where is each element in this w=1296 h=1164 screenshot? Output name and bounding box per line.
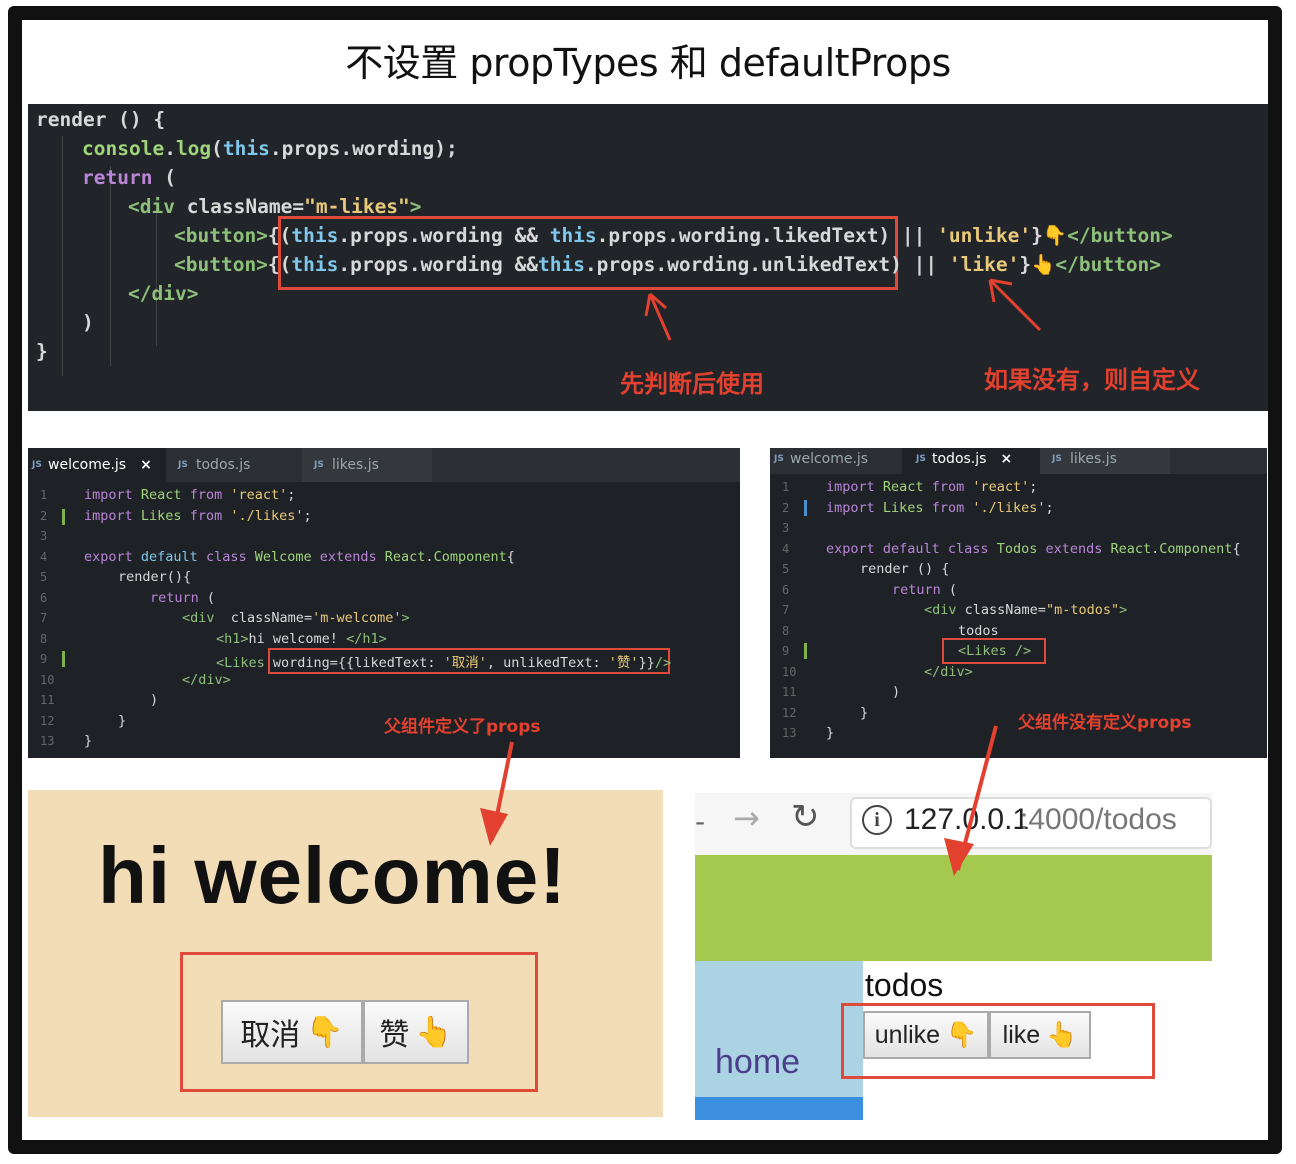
code-line: export default class Welcome extends Rea… [84,548,515,565]
editor-tabs: JS welcome.js × JS todos.js JS likes.js [28,448,740,482]
code-line: import React from 'react'; [84,487,296,503]
code-line: <h1>hi welcome! </h1> [216,630,387,647]
url-host: 127.0.0.1 [904,803,1030,836]
code-line: </div> [924,663,973,680]
code-line: ) [150,692,159,708]
hand-up-icon: 👆 [415,1015,453,1049]
code-line: return ( [82,166,176,189]
line-number: 7 [40,611,48,625]
line-number: 1 [782,480,790,494]
code-line: import Likes from './likes'; [84,507,312,524]
editor-welcome: JS welcome.js × JS todos.js JS likes.js 父组件定… [28,448,740,758]
hand-up-icon: 👆 [1046,1020,1078,1049]
line-number: 11 [40,693,55,707]
tab-welcome-js[interactable]: JS welcome.js [770,448,902,474]
code-line: } [84,733,93,749]
url-path: :4000/todos [1020,803,1177,836]
code-line: } [36,340,48,363]
close-icon[interactable]: × [1000,451,1012,467]
code-line: console.log(this.props.wording); [82,137,458,160]
welcome-page-render: hi welcome! 取消 👇 赞 👆 [28,790,663,1117]
note-check-first: 先判断后使用 [620,370,764,398]
code-line: </div> [128,282,199,305]
nav-home-link[interactable]: home [715,1043,800,1082]
line-number: 5 [782,562,790,576]
line-number: 3 [782,521,790,535]
code-line: render () { [36,108,166,131]
code-line: <button>{(this.props.wording && this.pro… [174,224,1173,247]
code-line: return ( [892,581,958,598]
code-line: export default class Todos extends React… [826,540,1241,557]
figure-title: 不设置 propTypes 和 defaultProps [345,41,951,85]
reload-icon[interactable]: ↻ [791,797,820,837]
page-top-bar [695,855,1212,961]
line-number: 10 [40,672,55,687]
tab-todos-js[interactable]: JS todos.js [166,448,302,482]
editor-todos: JS welcome.js JS todos.js × JS likes.js 父组件没… [770,448,1267,758]
tab-likes-js[interactable]: JS likes.js [1040,448,1170,474]
line-number: 13 [782,726,797,740]
code-line: <div className='m-welcome'> [182,610,410,626]
code-line: <button>{(this.props.wording &&this.prop… [174,253,1162,276]
code-line: } [826,725,835,741]
line-number: 10 [782,664,797,679]
line-number: 2 [782,500,790,515]
code-line: <div className="m-todos"> [924,602,1128,618]
code-line: import Likes from './likes'; [826,499,1054,516]
todos-heading: todos [865,967,944,1003]
note-parent-not-defined: 父组件没有定义props [1018,713,1192,733]
top-code-panel: 先判断后使用 如果没有，则自定义 render () { console.log(… [28,104,1268,411]
line-number: 2 [40,508,48,523]
code-line: </div> [182,671,231,688]
close-icon[interactable]: × [140,457,152,473]
tab-welcome-js[interactable]: JS welcome.js × [28,448,166,482]
code-line: <div className="m-likes"> [128,195,422,218]
address-bar[interactable]: i 127.0.0.1 :4000/todos [850,797,1212,849]
line-number: 1 [40,488,48,502]
like-button[interactable]: 赞 👆 [363,1000,469,1064]
code-line: <Likes /> [958,643,1032,659]
code-line: return ( [150,589,216,606]
line-number: 12 [782,705,797,720]
code-line: render () { [860,561,950,577]
note-parent-defined: 父组件定义了props [384,717,541,737]
code-line: ) [82,311,94,334]
welcome-heading: hi welcome! [98,831,567,920]
line-number: 8 [40,631,48,646]
line-number: 9 [40,652,48,666]
tab-todos-js[interactable]: JS todos.js × [902,448,1040,474]
line-number: 13 [40,734,55,748]
line-number: 4 [782,541,790,556]
code-line: ) [892,684,901,700]
code-line: import React from 'react'; [826,479,1038,495]
unlike-button[interactable]: unlike 👇 [863,1011,989,1059]
info-icon[interactable]: i [862,805,892,835]
forward-arrow-icon[interactable]: → [733,799,760,837]
hand-down-icon: 👇 [306,1015,344,1049]
code-line: <Likes wording={{likedText: '取消', unlike… [216,655,672,671]
line-number: 12 [40,713,55,728]
line-number: 5 [40,570,48,584]
back-icon[interactable]: - [695,805,705,838]
code-line: render(){ [118,569,192,585]
note-define-default: 如果没有，则自定义 [984,366,1200,394]
cancel-like-button[interactable]: 取消 👇 [221,1000,363,1064]
like-button[interactable]: like 👆 [989,1011,1091,1059]
line-number: 3 [40,529,48,543]
code-line: } [860,704,869,721]
line-number: 8 [782,623,790,638]
code-line: } [118,712,127,729]
line-number: 11 [782,685,797,699]
line-number: 9 [782,644,790,658]
line-number: 7 [782,603,790,617]
tab-likes-js[interactable]: JS likes.js [302,448,432,482]
line-number: 4 [40,549,48,564]
code-line: todos [958,622,999,639]
editor-tabs: JS welcome.js JS todos.js × JS likes.js [770,448,1267,474]
line-number: 6 [40,590,48,605]
hand-down-icon: 👇 [946,1020,978,1049]
line-number: 6 [782,582,790,597]
